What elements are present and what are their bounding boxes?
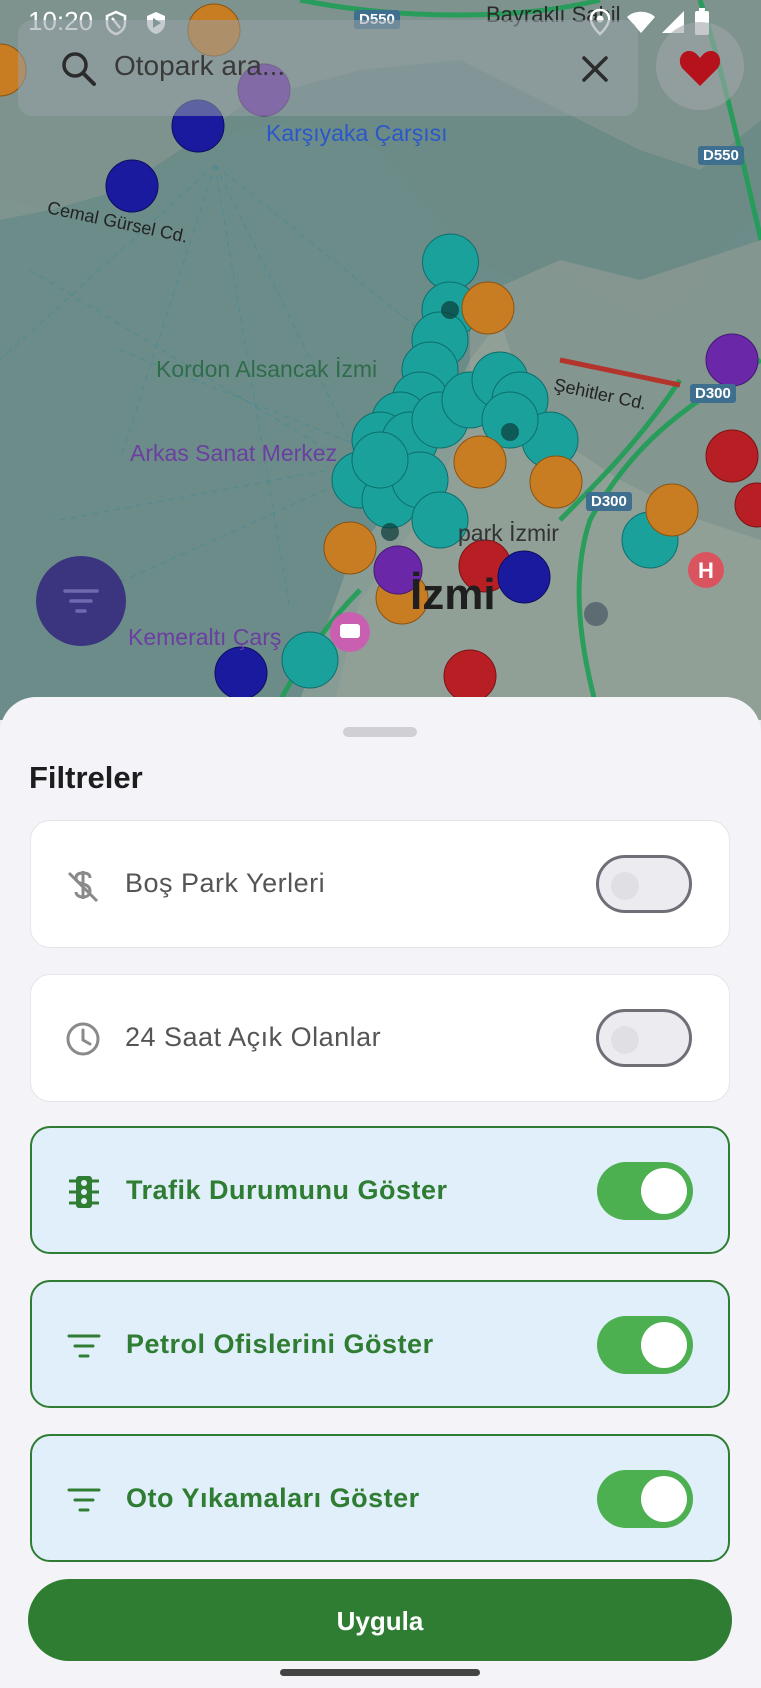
traffic-light-icon [69,1176,99,1208]
road-badge-d300: D300 [690,384,736,403]
toggle-gas-stations[interactable] [597,1316,693,1374]
gesture-nav-bar[interactable] [280,1669,480,1676]
map-label-izmir: İzmi [410,570,496,619]
filter-card-traffic[interactable]: Trafik Durumunu Göster [30,1126,730,1254]
favorites-button[interactable] [656,22,744,110]
filter-icon [63,589,99,613]
road-badge-d550: D550 [698,146,744,165]
svg-text:H: H [698,558,714,583]
search-input[interactable]: Otopark ara... [114,50,285,82]
clock-icon [66,1022,100,1056]
apply-button[interactable]: Uygula [28,1579,732,1661]
search-icon [62,52,96,86]
toggle-knob [641,1322,687,1368]
heart-icon [679,51,721,86]
road-badge-d300-b: D300 [586,492,632,511]
search-bar[interactable]: Otopark ara... [18,20,638,116]
toggle-traffic[interactable] [597,1162,693,1220]
filter-fab-button[interactable] [36,556,126,646]
sheet-title: Filtreler [29,760,143,795]
filter-label: Petrol Ofislerini Göster [126,1329,434,1359]
toggle-knob [611,872,639,900]
filter-label: 24 Saat Açık Olanlar [125,1022,382,1052]
map-label-kemeralti: Kemeraltı Çarş [128,624,282,650]
toggle-car-wash[interactable] [597,1470,693,1528]
sheet-drag-handle[interactable] [343,727,417,737]
filter-card-car-wash[interactable]: Oto Yıkamaları Göster [30,1434,730,1562]
toggle-knob [641,1476,687,1522]
filter-card-gas-stations[interactable]: Petrol Ofislerini Göster [30,1280,730,1408]
money-off-icon [67,871,99,903]
filter-card-empty-spots[interactable]: Boş Park Yerleri [30,820,730,948]
filter-icon [67,1488,101,1512]
map-label-arkas: Arkas Sanat Merkez [130,440,338,466]
filter-icon [67,1334,101,1358]
filter-card-24h[interactable]: 24 Saat Açık Olanlar [30,974,730,1102]
map-label-park-izmir: park İzmir [458,520,559,546]
filter-label: Boş Park Yerleri [125,868,326,898]
toggle-knob [611,1026,639,1054]
map-label-karsiyaka: Karşıyaka Çarşısı [266,120,448,146]
toggle-empty-spots[interactable] [596,855,692,913]
toggle-knob [641,1168,687,1214]
clear-search-icon[interactable] [580,54,610,84]
filter-label: Oto Yıkamaları Göster [126,1483,420,1513]
toggle-24h[interactable] [596,1009,692,1067]
filter-label: Trafik Durumunu Göster [126,1175,448,1205]
map-label-kordon: Kordon Alsancak İzmi [156,356,378,382]
